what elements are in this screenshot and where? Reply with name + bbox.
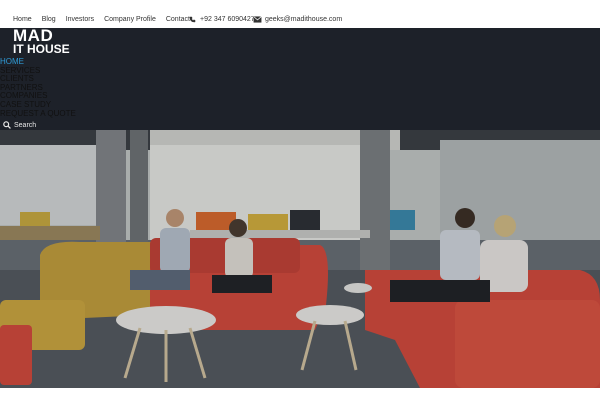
search-icon xyxy=(3,121,11,129)
phone-contact[interactable]: +92 347 6090427 xyxy=(188,16,255,23)
top-link-contact[interactable]: Contact xyxy=(166,16,190,23)
search-label: Search xyxy=(14,121,37,129)
site-logo[interactable]: MAD IT HOUSE xyxy=(13,26,70,56)
top-links: Home Blog Investors Company Profile Cont… xyxy=(13,16,200,23)
top-link-investors[interactable]: Investors xyxy=(66,16,94,23)
search-toggle[interactable]: Search xyxy=(3,121,36,129)
top-bar: Home Blog Investors Company Profile Cont… xyxy=(0,0,600,28)
email-address: geeks@madithouse.com xyxy=(265,16,343,23)
nav-item-request-a-quote[interactable]: Request a Quote xyxy=(0,109,76,119)
email-contact[interactable]: geeks@madithouse.com xyxy=(253,16,342,23)
top-link-company-profile[interactable]: Company Profile xyxy=(104,16,156,23)
logo-line-2: IT HOUSE xyxy=(13,42,70,56)
top-link-blog[interactable]: Blog xyxy=(42,16,56,23)
phone-icon xyxy=(189,16,196,23)
office-lounge-photo xyxy=(0,130,600,388)
hero-image xyxy=(0,130,600,388)
envelope-icon xyxy=(253,16,262,23)
main-nav: Home Services Clients Partners Companies… xyxy=(0,57,76,119)
logo-line-1: MAD xyxy=(13,26,54,45)
site-header xyxy=(0,28,600,130)
top-link-home[interactable]: Home xyxy=(13,16,32,23)
phone-number: +92 347 6090427 xyxy=(200,16,255,23)
